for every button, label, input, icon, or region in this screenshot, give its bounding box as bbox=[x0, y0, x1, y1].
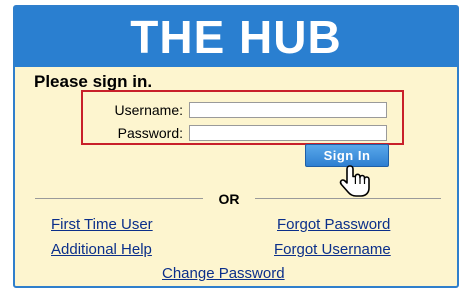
password-input[interactable] bbox=[189, 125, 387, 141]
app-title: THE HUB bbox=[130, 11, 342, 63]
credentials-box: Username: Password: bbox=[81, 90, 404, 145]
forgot-password-link[interactable]: Forgot Password bbox=[277, 216, 390, 233]
additional-help-link[interactable]: Additional Help bbox=[51, 241, 152, 258]
username-label: Username: bbox=[114, 102, 183, 118]
divider-left bbox=[35, 198, 203, 199]
header-banner: THE HUB bbox=[15, 7, 457, 67]
username-row: Username: bbox=[83, 102, 387, 118]
divider-right bbox=[255, 198, 441, 199]
first-time-user-link[interactable]: First Time User bbox=[51, 216, 153, 233]
password-row: Password: bbox=[83, 125, 387, 141]
login-panel: THE HUB Please sign in. Username: Passwo… bbox=[13, 5, 459, 288]
username-input[interactable] bbox=[189, 102, 387, 118]
password-label: Password: bbox=[117, 125, 183, 141]
change-password-link[interactable]: Change Password bbox=[162, 265, 285, 282]
or-label: OR bbox=[218, 191, 240, 207]
sign-in-prompt: Please sign in. bbox=[34, 72, 153, 91]
hand-pointer-icon bbox=[339, 165, 370, 197]
forgot-username-link[interactable]: Forgot Username bbox=[274, 241, 391, 258]
